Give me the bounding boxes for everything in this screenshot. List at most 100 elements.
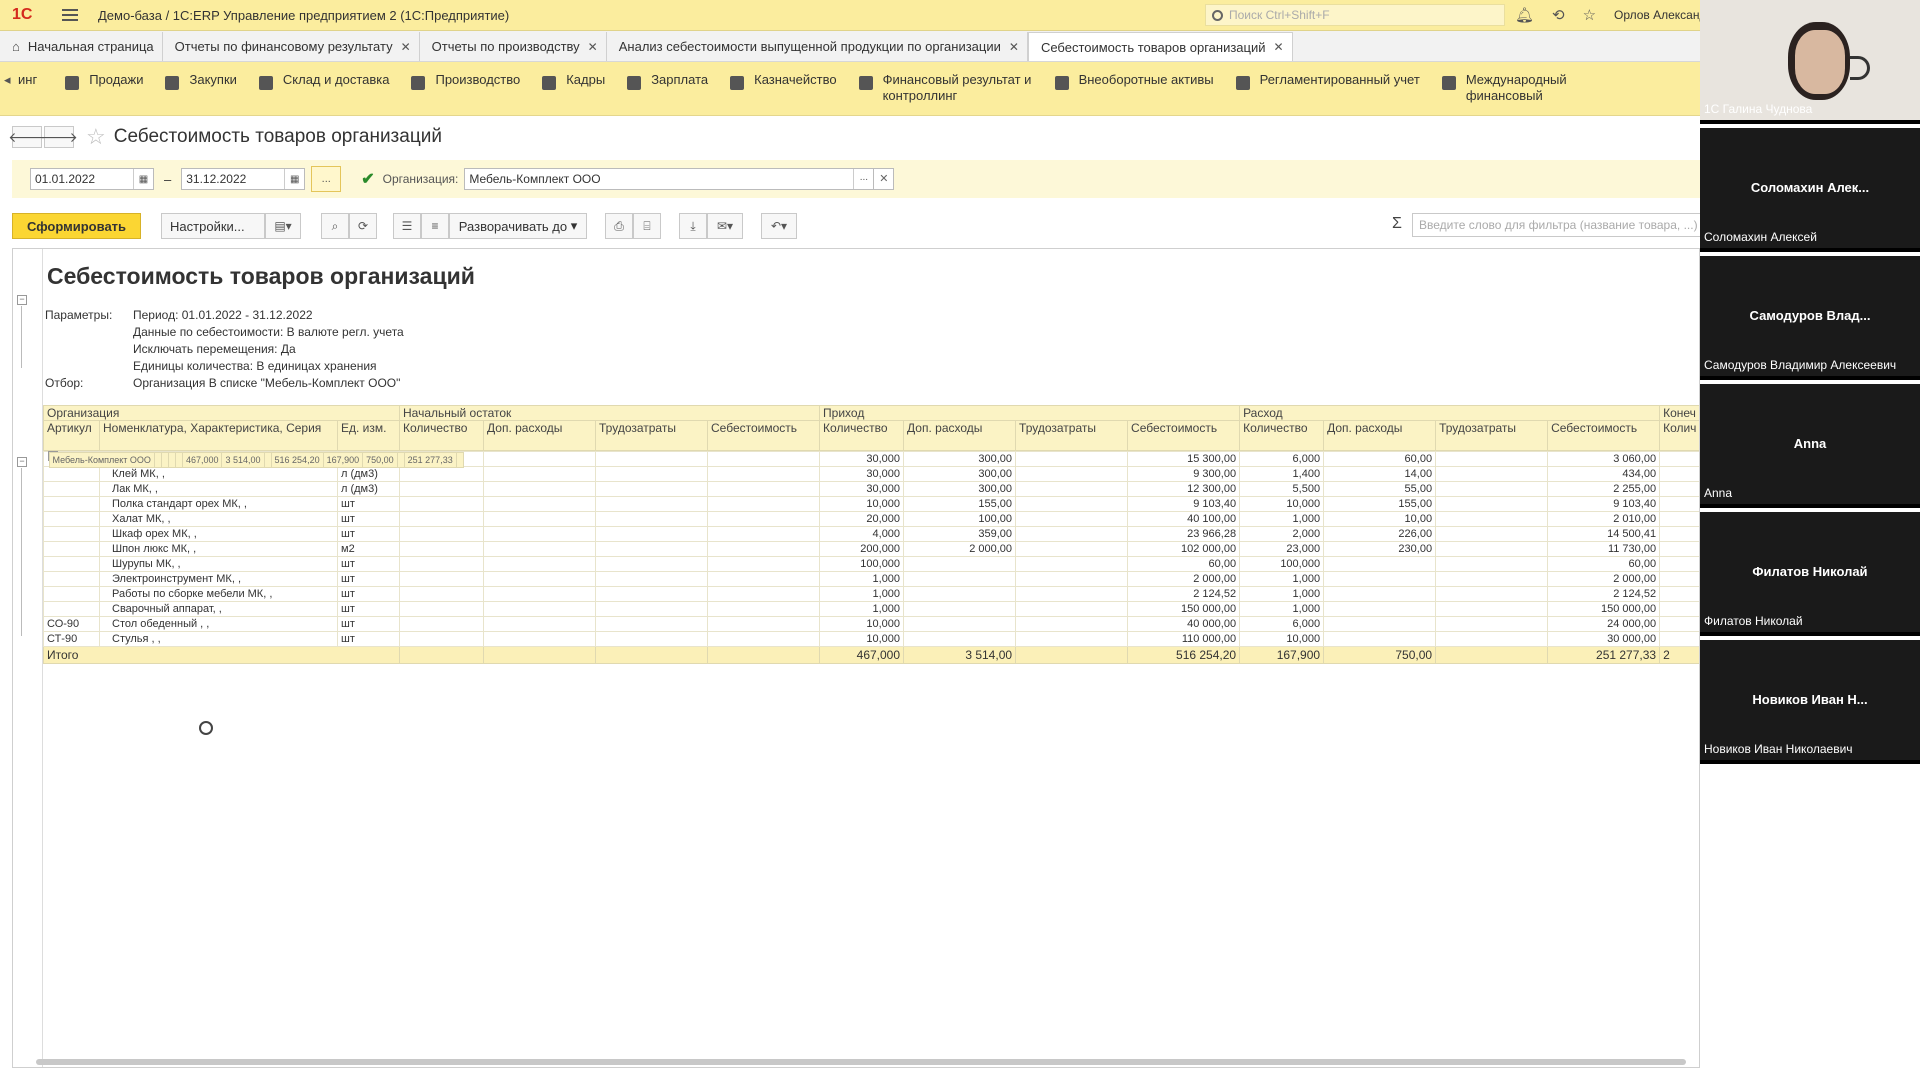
filter-input[interactable]: Введите слово для фильтра (название това… xyxy=(1412,213,1712,237)
col-header[interactable]: Количество xyxy=(399,420,485,451)
table-row[interactable]: Клей МК, ,л (дм3) 30,000 300,00 9 300,00 1,4… xyxy=(43,466,1699,482)
date-to-field[interactable]: 31.12.2022 ▦ xyxy=(181,168,306,190)
col-header[interactable]: Артикул xyxy=(43,420,100,451)
expand-to-button[interactable]: Разворачивать до ▾ xyxy=(449,213,588,239)
clear-icon[interactable]: ✕ xyxy=(874,168,895,190)
search-icon[interactable]: ⌕ xyxy=(321,213,350,239)
tab-fin-result[interactable]: Отчеты по финансовому результату ✕ xyxy=(162,32,420,61)
forward-button[interactable]: 🡒 xyxy=(40,126,78,148)
collapse-icon[interactable]: − xyxy=(17,295,27,305)
history-icon[interactable]: ⟲ xyxy=(1552,6,1565,24)
table-row[interactable]: Халат МК, , шт 20,000 100,00 40 100,00 1,000 1… xyxy=(43,511,1699,527)
calendar-icon[interactable]: ▦ xyxy=(284,169,304,189)
generate-button[interactable]: Сформировать xyxy=(12,213,142,239)
settings-button[interactable]: Настройки... xyxy=(161,213,266,239)
section-international[interactable]: Международный финансовый xyxy=(1441,72,1567,104)
col-header[interactable]: Себестоимость xyxy=(1127,420,1241,451)
col-header[interactable]: Количество xyxy=(819,420,905,451)
section-production[interactable]: Производство xyxy=(411,72,520,90)
participant-tile[interactable]: Anna Anna xyxy=(1700,384,1920,508)
collapse-icon[interactable]: − xyxy=(17,457,27,467)
table-row[interactable]: Полка стандарт орех МК, , шт 10,000 155,00 9… xyxy=(43,496,1699,512)
col-header[interactable]: Доп. расходы xyxy=(1323,420,1437,451)
favorite-star-icon[interactable]: ☆ xyxy=(86,124,106,150)
table-row[interactable]: СО-90 Стол обеденный , , шт 10,000 40 000,00… xyxy=(43,616,1699,632)
close-icon[interactable]: ✕ xyxy=(1274,40,1284,54)
save-download-icon[interactable]: ⤓ xyxy=(679,213,708,239)
participant-tile[interactable]: Соломахин Алек... Соломахин Алексей xyxy=(1700,128,1920,252)
undo-icon[interactable]: ↶▾ xyxy=(761,213,798,239)
org-select-button[interactable]: ... xyxy=(853,169,873,189)
group-out-add: 750,00 xyxy=(362,452,398,468)
table-row[interactable]: СТ-90 Стулья , , шт 10,000 110 000,00 10,000 3… xyxy=(43,631,1699,647)
user-name[interactable]: Орлов Александ xyxy=(1614,8,1706,22)
sum-icon[interactable]: Σ xyxy=(1392,215,1402,233)
group-levels-icon[interactable]: ☰ xyxy=(393,213,422,239)
col-header[interactable]: Номенклатура, Характеристика, Серия xyxy=(99,420,338,451)
section-purchases[interactable]: Закупки xyxy=(165,72,237,90)
section-warehouse[interactable]: Склад и доставка xyxy=(258,72,389,90)
favorites-star-icon[interactable]: ☆ xyxy=(1583,6,1596,24)
main-menu-icon[interactable] xyxy=(62,9,78,21)
section-salary[interactable]: Зарплата xyxy=(627,72,708,90)
section-regulated-accounting[interactable]: Регламентированный учет xyxy=(1235,72,1420,90)
col-header[interactable]: Трудозатраты xyxy=(1435,420,1549,451)
email-icon[interactable]: ✉▾ xyxy=(707,213,744,239)
section-hr[interactable]: Кадры xyxy=(542,72,605,90)
close-icon[interactable]: ✕ xyxy=(588,40,598,54)
table-row[interactable]: Работы по сборке мебели МК, , шт 1,000 2 12… xyxy=(43,586,1699,602)
section-fin-result[interactable]: Финансовый результат и контроллинг xyxy=(858,72,1033,104)
participant-tile[interactable]: Самодуров Влад... Самодуров Владимир Алек… xyxy=(1700,256,1920,380)
section-sales[interactable]: Продажи xyxy=(65,72,143,90)
section-fixed-assets[interactable]: Внеоборотные активы xyxy=(1054,72,1214,90)
date-from-field[interactable]: 01.01.2022 ▦ xyxy=(30,168,154,190)
org-field[interactable]: Мебель-Комплект ООО... xyxy=(464,168,875,190)
horizontal-scrollbar[interactable] xyxy=(24,1058,1686,1066)
col-header[interactable]: Доп. расходы xyxy=(483,420,597,451)
col-header[interactable]: Доп. расходы xyxy=(903,420,1017,451)
col-header[interactable]: Ед. изм. xyxy=(336,420,401,451)
table-row[interactable]: Шкаф орех МК, , шт 4,000 359,00 23 966,28 2,0… xyxy=(43,526,1699,542)
participant-tile[interactable]: Филатов Николай Филатов Николай xyxy=(1700,512,1920,636)
print-icon[interactable]: ⎙ xyxy=(605,213,634,239)
search-replace-icon[interactable]: ⟳ xyxy=(349,213,378,239)
calendar-icon[interactable]: ▦ xyxy=(133,169,153,189)
scroll-left-icon[interactable]: ◂ xyxy=(4,72,12,88)
bell-icon[interactable]: 🔔︎ xyxy=(1515,6,1534,24)
tab-home[interactable]: ⌂ Начальная страница xyxy=(0,32,163,61)
section-treasury[interactable]: Казначейство xyxy=(730,72,837,90)
cell-empty xyxy=(1015,541,1129,557)
participant-tile-camera[interactable]: 1С Галина Чуднова xyxy=(1700,0,1920,124)
period-select-button[interactable]: ... xyxy=(311,166,342,192)
section-marketing[interactable]: инг xyxy=(18,72,37,88)
col-header[interactable]: Трудозатраты xyxy=(1015,420,1129,451)
col-header[interactable]: Количество xyxy=(1239,420,1325,451)
preview-icon[interactable]: ⌸ xyxy=(633,213,662,239)
col-org[interactable]: Организация xyxy=(42,405,401,421)
table-row[interactable]: Лак МК, ,л (дм3) 30,000 300,00 12 300,00 5,5… xyxy=(43,481,1699,497)
col-header[interactable]: Себестоимость xyxy=(707,420,821,451)
close-icon[interactable]: ✕ xyxy=(1009,40,1019,54)
report-area[interactable]: − − Себестоимость товаров организаций Па… xyxy=(12,248,1700,1068)
table-row[interactable]: Сварочный аппарат, , шт 1,000 150 000,00 1,0… xyxy=(43,601,1699,617)
tab-production[interactable]: Отчеты по производству ✕ xyxy=(419,32,607,61)
close-icon[interactable]: ✕ xyxy=(401,40,411,54)
col-header[interactable]: Себестоимость xyxy=(1547,420,1661,451)
table-row[interactable]: Электроинструмент МК, , шт 1,000 2 000,00 1,… xyxy=(43,571,1699,587)
group-org: Мебель-Комплект ООО xyxy=(48,452,155,468)
global-search-input[interactable]: Поиск Ctrl+Shift+F xyxy=(1205,4,1505,26)
tab-cost-analysis[interactable]: Анализ себестоимости выпущенной продукци… xyxy=(606,32,1028,61)
scrollbar-thumb[interactable] xyxy=(36,1059,1686,1065)
col-header[interactable]: Колич xyxy=(1659,420,1699,451)
org-checkbox[interactable]: ✔ xyxy=(361,169,374,189)
variants-icon[interactable]: ▤▾ xyxy=(265,213,302,239)
back-button[interactable]: 🡐 xyxy=(8,126,46,148)
sort-icon[interactable]: ≡ xyxy=(421,213,450,239)
tab-goods-cost[interactable]: Себестоимость товаров организаций ✕ xyxy=(1027,32,1293,61)
cell-empty xyxy=(1015,586,1129,602)
table-row[interactable]: Шурупы МК, , шт 100,000 60,00 100,000 60,00 xyxy=(43,556,1699,572)
participant-tile[interactable]: Новиков Иван Н... Новиков Иван Николаевич xyxy=(1700,640,1920,764)
table-row[interactable]: Шпон люкс МК, , м2 200,000 2 000,00 102 000,… xyxy=(43,541,1699,557)
col-header[interactable]: Трудозатраты xyxy=(595,420,709,451)
participant-title: Anna xyxy=(1793,436,1827,451)
